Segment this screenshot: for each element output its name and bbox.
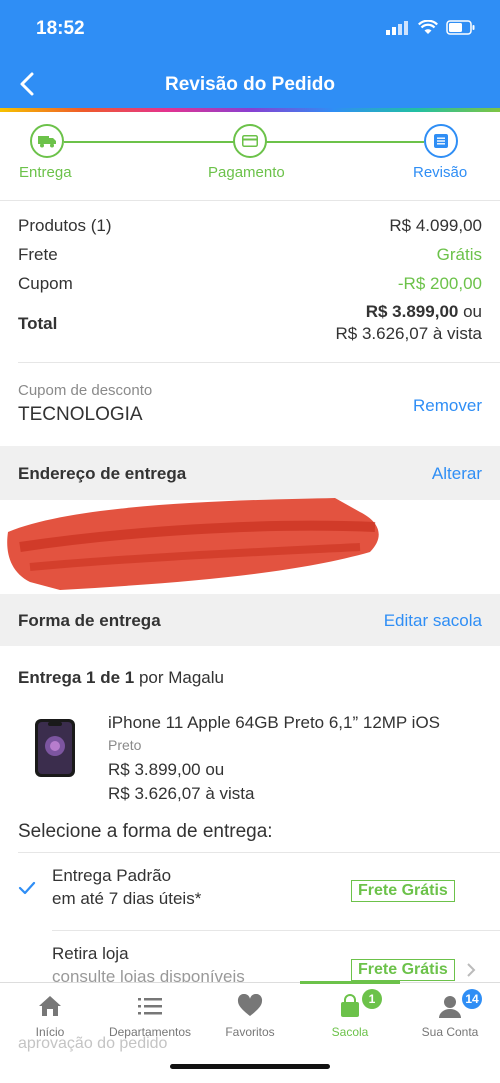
address-title: Endereço de entrega <box>18 464 187 483</box>
product-color: Preto <box>108 737 142 753</box>
delivery-section-header: Forma de entrega Editar sacola <box>0 594 500 646</box>
step-revisao-circle <box>424 124 458 158</box>
tab-departamentos[interactable]: Departamentos <box>100 991 200 1039</box>
step-entrega-circle <box>30 124 64 158</box>
home-indicator <box>170 1064 330 1069</box>
total-label: Total <box>18 314 58 333</box>
battery-icon <box>446 20 475 35</box>
remove-coupon-button[interactable]: Remover <box>413 396 482 416</box>
shipment-info: Entrega 1 de 1 por Magalu <box>18 668 224 688</box>
product-image <box>35 719 75 777</box>
shopping-bag-icon <box>341 994 359 1017</box>
bag-count-badge: 1 <box>362 989 382 1009</box>
shipping-value: Grátis <box>436 245 482 264</box>
product-name: iPhone 11 Apple 64GB Preto 6,1” 12MP iOS <box>108 713 441 732</box>
tab-label: Departamentos <box>108 1025 192 1039</box>
redacted-address <box>7 498 379 590</box>
checkout-stepper: Entrega Pagamento Revisão <box>0 120 500 192</box>
chevron-right-icon <box>467 963 476 977</box>
option-name: Entrega Padrão <box>52 866 172 885</box>
list-icon <box>434 134 448 148</box>
page-title: Revisão do Pedido <box>165 74 335 95</box>
shipping-label: Frete <box>18 245 58 264</box>
tab-label: Sua Conta <box>421 1025 479 1039</box>
step-label-entrega: Entrega <box>19 164 72 181</box>
shipping-option-standard[interactable]: Entrega Padrão em até 7 dias úteis* Fret… <box>0 853 500 929</box>
change-address-button[interactable]: Alterar <box>432 464 482 484</box>
total-value: R$ 3.899,00 <box>365 302 459 321</box>
status-bar: 18:52 <box>0 0 500 58</box>
signal-icon <box>386 20 408 35</box>
step-pagamento-circle <box>233 124 267 158</box>
truck-icon <box>38 136 56 148</box>
option-name: Retira loja <box>52 944 129 963</box>
shipment-seller: por Magalu <box>134 668 224 687</box>
active-tab-indicator <box>300 981 400 984</box>
coupon-value: -R$ 200,00 <box>397 274 482 293</box>
tab-label: Sacola <box>331 1025 369 1039</box>
tab-sua-conta[interactable]: 14 Sua Conta <box>400 989 500 1039</box>
option-detail: em até 7 dias úteis* <box>52 889 202 908</box>
edit-bag-button[interactable]: Editar sacola <box>384 611 482 631</box>
step-connector <box>266 141 424 143</box>
free-shipping-badge: Frete Grátis <box>351 880 455 902</box>
shipping-select-title: Selecione a forma de entrega: <box>18 821 273 842</box>
brand-stripe <box>0 108 500 112</box>
tab-label: Favoritos <box>225 1025 275 1039</box>
shipping-option-store-pickup[interactable]: Retira loja consulte lojas disponíveis F… <box>0 931 500 986</box>
summary-total-row: Total R$ 3.899,00 ou R$ 3.626,07 à vista <box>18 302 482 348</box>
tab-label: Início <box>35 1025 65 1039</box>
card-icon <box>242 135 258 147</box>
divider <box>0 200 500 201</box>
step-label-pagamento: Pagamento <box>208 164 285 181</box>
total-suffix: ou <box>458 302 482 321</box>
menu-icon <box>138 998 162 1015</box>
wifi-icon <box>418 20 438 34</box>
step-connector <box>64 141 234 143</box>
coupon-field-label: Cupom de desconto <box>18 382 153 399</box>
tab-favoritos[interactable]: Favoritos <box>200 991 300 1039</box>
step-label-revisao: Revisão <box>413 164 468 181</box>
header: Revisão do Pedido <box>0 58 500 110</box>
free-shipping-badge: Frete Grátis <box>351 959 455 981</box>
heart-icon <box>237 994 263 1016</box>
coupon-label: Cupom <box>18 274 73 293</box>
shipment-count: Entrega 1 de 1 <box>18 668 135 687</box>
home-icon <box>39 996 61 1016</box>
product-price: R$ 3.899,00 ou <box>108 760 225 779</box>
delivery-title: Forma de entrega <box>18 611 161 630</box>
products-value: R$ 4.099,00 <box>389 216 482 235</box>
status-icons <box>386 20 476 35</box>
tab-sacola[interactable]: 1 Sacola <box>300 989 400 1039</box>
user-icon <box>439 996 461 1018</box>
total-cash: R$ 3.626,07 à vista <box>335 324 482 343</box>
total-price: R$ 3.899,00 ou <box>366 302 482 322</box>
products-label: Produtos (1) <box>18 216 112 235</box>
coupon-code: TECNOLOGIA <box>18 404 143 425</box>
divider <box>18 362 500 363</box>
account-count-badge: 14 <box>462 989 482 1009</box>
status-time: 18:52 <box>36 18 85 39</box>
tab-inicio[interactable]: Início <box>0 991 100 1039</box>
product-cash-price: R$ 3.626,07 à vista <box>108 784 255 803</box>
checkmark-icon <box>18 881 36 895</box>
